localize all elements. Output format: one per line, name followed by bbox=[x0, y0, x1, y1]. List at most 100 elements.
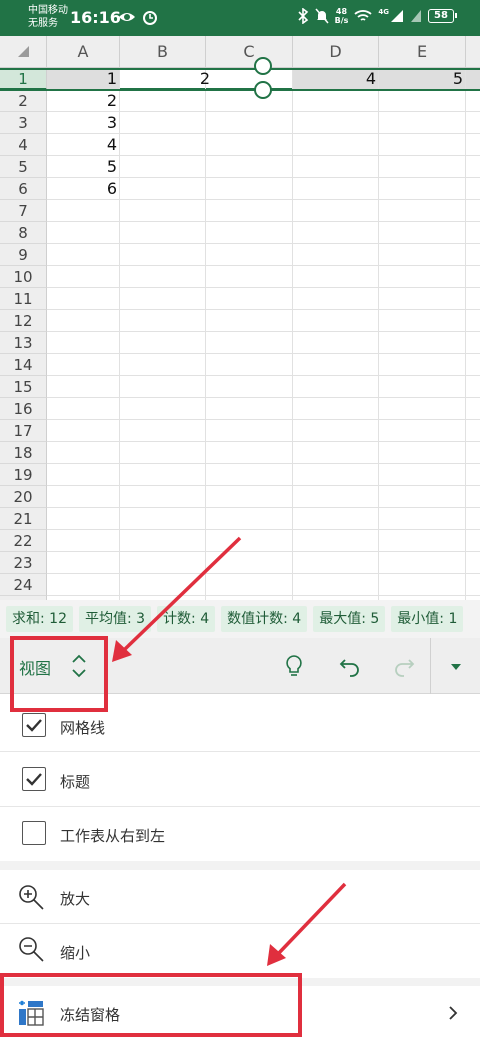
selection-handle-top[interactable] bbox=[254, 57, 272, 75]
row-header-23[interactable]: 23 bbox=[0, 552, 47, 574]
column-header-a[interactable]: A bbox=[47, 36, 120, 68]
lightbulb-icon[interactable] bbox=[280, 652, 308, 680]
gridlines-checkbox[interactable] bbox=[22, 713, 46, 737]
row-header-12[interactable]: 12 bbox=[0, 310, 47, 332]
net-speed: 48 B/s bbox=[335, 7, 349, 25]
menu-zoom-out[interactable]: 缩小 bbox=[0, 924, 480, 978]
dropdown-triangle-icon[interactable] bbox=[442, 652, 470, 680]
row-header-3[interactable]: 3 bbox=[0, 112, 47, 134]
cell-a1[interactable]: 1 bbox=[47, 68, 120, 90]
row-header-1[interactable]: 1 bbox=[0, 68, 47, 90]
column-header-d[interactable]: D bbox=[293, 36, 379, 68]
zoom-out-icon bbox=[19, 937, 44, 962]
cell-b1[interactable]: 2 bbox=[120, 68, 213, 90]
cell-e1[interactable]: 5 bbox=[379, 68, 466, 90]
row-header-2[interactable]: 2 bbox=[0, 90, 47, 112]
menu-headings[interactable]: 标题 bbox=[0, 752, 480, 806]
row-header-17[interactable]: 17 bbox=[0, 420, 47, 442]
sheet-rtl-checkbox[interactable] bbox=[22, 821, 46, 845]
zoom-in-icon bbox=[19, 885, 44, 910]
summary-max[interactable]: 最大值: 5 bbox=[313, 606, 386, 632]
grid-line bbox=[47, 265, 480, 266]
menu-zoom-in[interactable]: 放大 bbox=[0, 870, 480, 923]
cell-a3[interactable]: 3 bbox=[47, 112, 120, 134]
row-header-15[interactable]: 15 bbox=[0, 376, 47, 398]
grid-line bbox=[47, 507, 480, 508]
row-header-8[interactable]: 8 bbox=[0, 222, 47, 244]
grid-line bbox=[47, 573, 480, 574]
row-header-21[interactable]: 21 bbox=[0, 508, 47, 530]
row-header-5[interactable]: 5 bbox=[0, 156, 47, 178]
cell-d1[interactable]: 4 bbox=[293, 68, 379, 90]
grid-line bbox=[47, 243, 480, 244]
summary-bar: 求和: 12 平均值: 3 计数: 4 数值计数: 4 最大值: 5 最小值: … bbox=[0, 600, 480, 638]
grid-line bbox=[47, 551, 480, 552]
annotation-box-freeze bbox=[0, 973, 302, 1037]
grid-line bbox=[47, 221, 480, 222]
row-header-14[interactable]: 14 bbox=[0, 354, 47, 376]
row-header-19[interactable]: 19 bbox=[0, 464, 47, 486]
signal-icon-2 bbox=[411, 10, 421, 22]
column-header-f[interactable] bbox=[466, 36, 480, 68]
row-header-18[interactable]: 18 bbox=[0, 442, 47, 464]
checkmark-icon bbox=[26, 773, 42, 786]
grid-line bbox=[47, 287, 480, 288]
selection-border-bottom bbox=[0, 89, 480, 91]
grid-line bbox=[47, 529, 480, 530]
summary-numeric-count[interactable]: 数值计数: 4 bbox=[221, 606, 308, 632]
redo-icon[interactable] bbox=[390, 652, 418, 680]
signal-icon bbox=[391, 10, 403, 22]
summary-min[interactable]: 最小值: 1 bbox=[391, 606, 464, 632]
grid-line bbox=[47, 463, 480, 464]
row-header-10[interactable]: 10 bbox=[0, 266, 47, 288]
clock: 16:16 bbox=[70, 8, 121, 27]
cell-a5[interactable]: 5 bbox=[47, 156, 120, 178]
row-header-6[interactable]: 6 bbox=[0, 178, 47, 200]
grid-line bbox=[47, 419, 480, 420]
menu-sheet-rtl[interactable]: 工作表从右到左 bbox=[0, 807, 480, 861]
ribbon-divider bbox=[430, 638, 431, 694]
column-header-c[interactable]: C bbox=[206, 36, 293, 68]
wifi-icon bbox=[354, 10, 372, 21]
summary-sum[interactable]: 求和: 12 bbox=[6, 606, 73, 632]
grid-line bbox=[378, 68, 379, 600]
cell-a6[interactable]: 6 bbox=[47, 178, 120, 200]
grid-line bbox=[47, 375, 480, 376]
cell-a4[interactable]: 4 bbox=[47, 134, 120, 156]
checkmark-icon bbox=[26, 719, 42, 732]
select-all-corner[interactable] bbox=[0, 36, 47, 68]
row-header-16[interactable]: 16 bbox=[0, 398, 47, 420]
annotation-box-view bbox=[10, 636, 108, 712]
bluetooth-icon bbox=[298, 8, 308, 24]
alarm-icon bbox=[143, 11, 157, 25]
selection-border-top bbox=[0, 68, 480, 70]
summary-average[interactable]: 平均值: 3 bbox=[78, 606, 152, 632]
zoom-in-label: 放大 bbox=[60, 890, 91, 908]
eye-icon bbox=[119, 13, 135, 21]
grid-line bbox=[47, 441, 480, 442]
grid-line bbox=[292, 68, 293, 600]
section-separator bbox=[0, 861, 480, 870]
row-header-20[interactable]: 20 bbox=[0, 486, 47, 508]
net-speed-unit: B/s bbox=[334, 16, 349, 25]
row-header-13[interactable]: 13 bbox=[0, 332, 47, 354]
row-header-4[interactable]: 4 bbox=[0, 134, 47, 156]
column-header-e[interactable]: E bbox=[379, 36, 466, 68]
grid-line bbox=[47, 485, 480, 486]
column-header-b[interactable]: B bbox=[120, 36, 206, 68]
carrier-name: 中国移动 bbox=[28, 5, 68, 16]
headings-checkbox[interactable] bbox=[22, 767, 46, 791]
row-header-24[interactable]: 24 bbox=[0, 574, 47, 596]
net-speed-value: 48 bbox=[335, 7, 348, 16]
row-header-22[interactable]: 22 bbox=[0, 530, 47, 552]
summary-count[interactable]: 计数: 4 bbox=[157, 606, 216, 632]
cell-a2[interactable]: 2 bbox=[47, 90, 120, 112]
row-header-7[interactable]: 7 bbox=[0, 200, 47, 222]
selection-handle-bottom[interactable] bbox=[254, 81, 272, 99]
zoom-out-label: 缩小 bbox=[60, 944, 91, 962]
undo-icon[interactable] bbox=[336, 652, 364, 680]
spreadsheet-grid[interactable]: A B C D E 1 2 3 4 5 6 7 8 9 10 11 12 13 … bbox=[0, 36, 480, 600]
row-header-11[interactable]: 11 bbox=[0, 288, 47, 310]
row-header-9[interactable]: 9 bbox=[0, 244, 47, 266]
headings-label: 标题 bbox=[60, 773, 91, 791]
